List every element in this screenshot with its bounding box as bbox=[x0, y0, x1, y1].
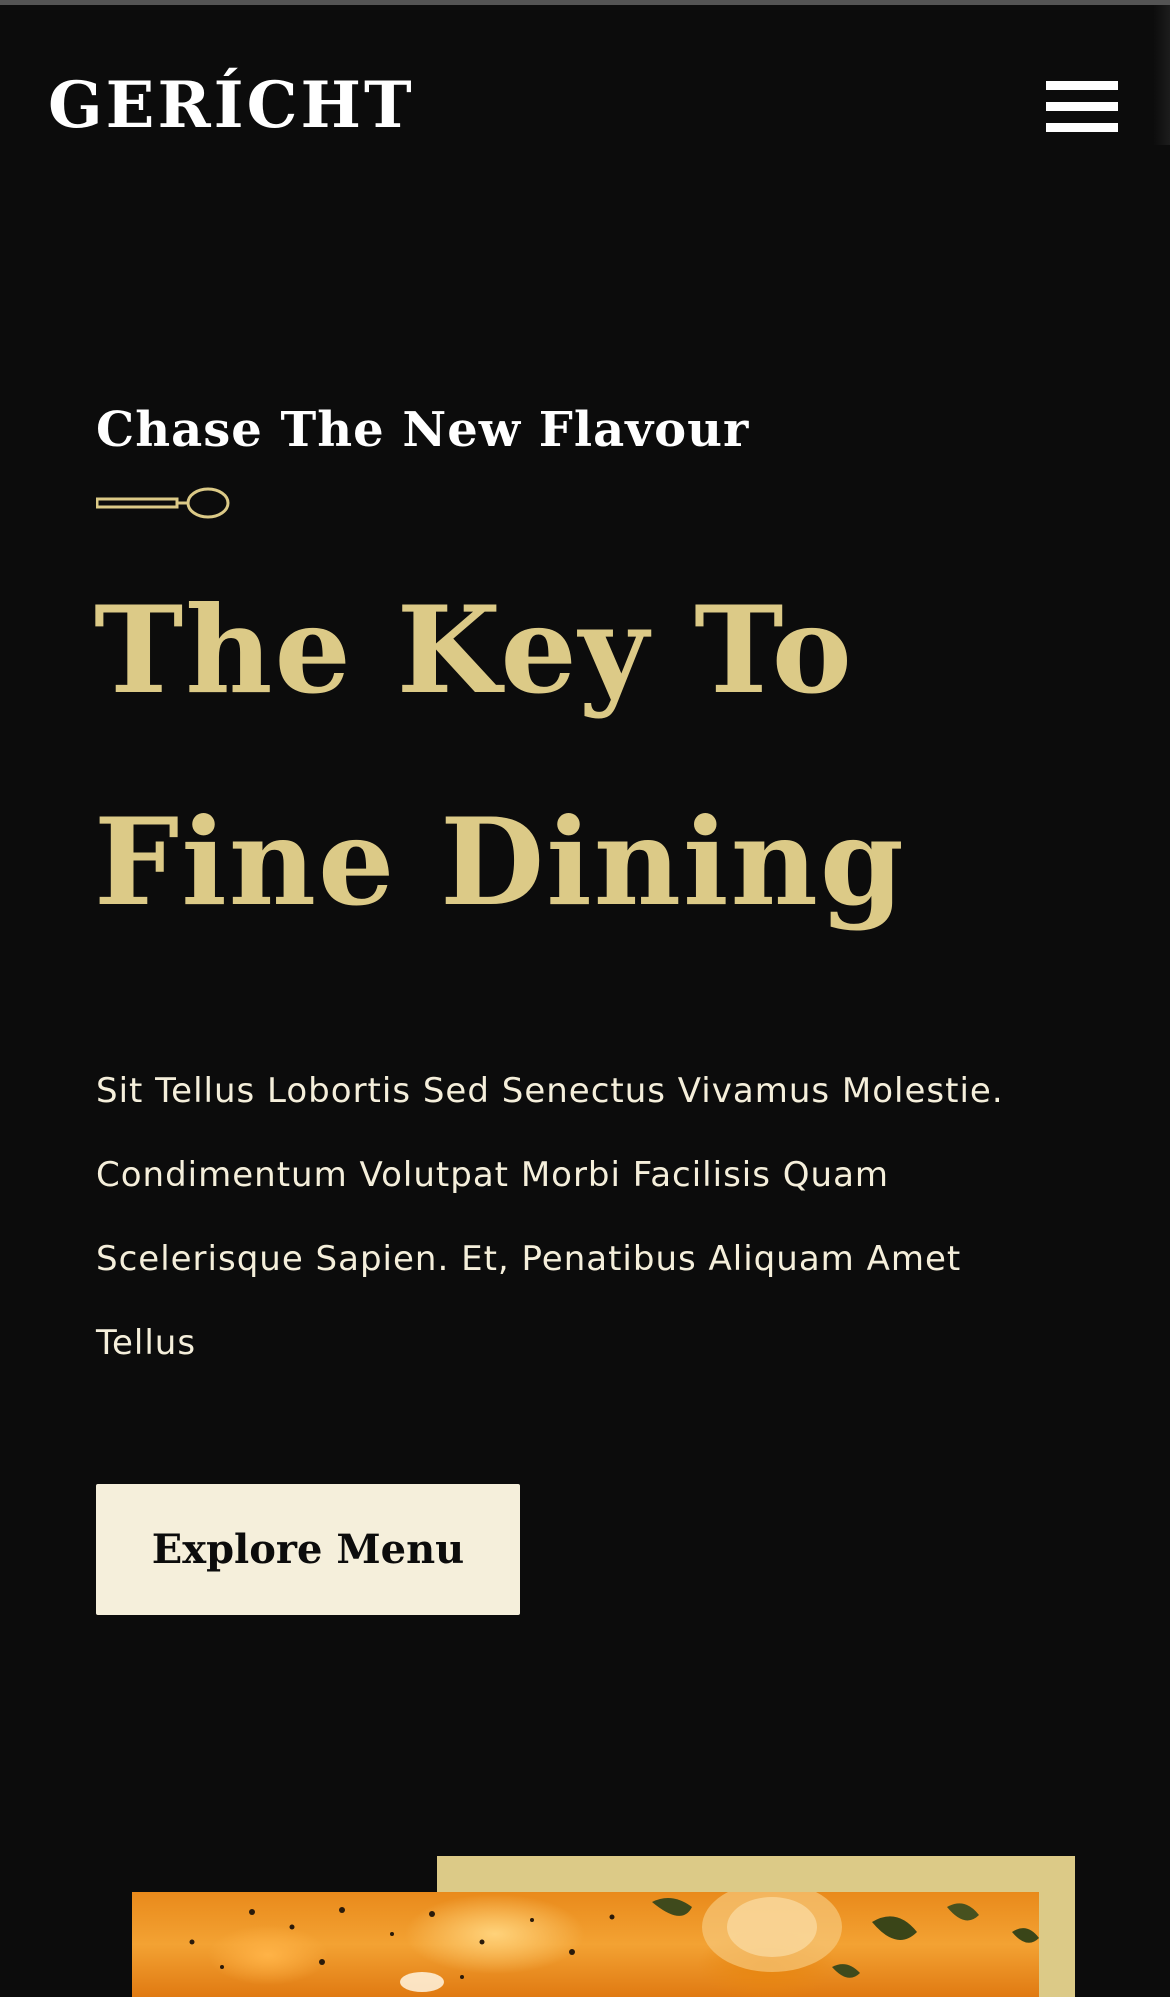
hero-headline: The Key To Fine Dining bbox=[94, 545, 1054, 969]
brand-logo[interactable]: GERÍCHT bbox=[48, 61, 415, 151]
menu-bar-bottom bbox=[1046, 123, 1118, 132]
menu-bar-top bbox=[1046, 81, 1118, 90]
hero-description: Sit Tellus Lobortis Sed Senectus Vivamus… bbox=[96, 1071, 1004, 1363]
explore-menu-button[interactable]: Explore Menu bbox=[96, 1484, 520, 1615]
headline-line-1: The Key To bbox=[94, 580, 854, 721]
headline-line-2: Fine Dining bbox=[94, 792, 906, 933]
food-image bbox=[132, 1892, 1039, 1997]
hero-subtitle: Chase The New Flavour bbox=[96, 402, 750, 458]
food-texture bbox=[189, 1892, 1039, 1992]
navbar: GERÍCHT bbox=[0, 5, 1170, 195]
hamburger-menu-icon[interactable] bbox=[1046, 81, 1118, 133]
menu-bar-middle bbox=[1046, 102, 1118, 111]
spoon-icon bbox=[96, 487, 230, 519]
